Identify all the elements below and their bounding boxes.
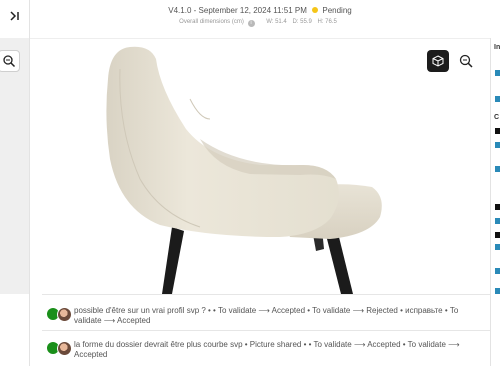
collapse-panel-icon[interactable]	[8, 9, 22, 23]
comment-text: la forme du dossier devrait être plus co…	[74, 340, 460, 359]
info-icon[interactable]: i	[247, 20, 255, 27]
dimensions-line: Overall dimensions (cm) i W: 51.4 D: 55.…	[30, 19, 490, 27]
comment-item[interactable]: possible d'être sur un vrai profil svp ?…	[42, 294, 490, 331]
right-panel-thumb[interactable]	[495, 244, 500, 250]
right-panel-thumb[interactable]	[495, 70, 500, 76]
right-panel-thumb[interactable]	[495, 232, 500, 238]
avatar	[57, 341, 72, 356]
dimension-depth: D: 55.9	[292, 19, 312, 25]
zoom-button[interactable]	[0, 50, 20, 72]
right-panel-thumb[interactable]	[495, 96, 500, 102]
zoom-icon	[3, 55, 16, 68]
dimensions-label: Overall dimensions (cm)	[179, 19, 244, 25]
right-panel-label: C	[494, 114, 500, 121]
version-date: September 12, 2024 11:51 PM	[198, 6, 307, 15]
right-panel-thumb[interactable]	[495, 128, 500, 134]
right-panel-thumb[interactable]	[495, 166, 500, 172]
left-panel-preview	[0, 38, 29, 294]
right-panel-thumb[interactable]	[495, 204, 500, 210]
status-label: Pending	[322, 6, 352, 15]
comment-item[interactable]: la forme du dossier devrait être plus co…	[42, 330, 490, 367]
left-panel	[0, 0, 30, 366]
version-line: V4.1.0 - September 12, 2024 11:51 PM Pen…	[168, 6, 352, 15]
avatar	[57, 307, 72, 322]
viewer-zoom-button[interactable]	[458, 53, 474, 69]
right-panel-thumb[interactable]	[495, 142, 500, 148]
dimension-height: H: 76.5	[317, 19, 337, 25]
right-panel: In C	[490, 38, 500, 366]
status-dot	[312, 7, 319, 13]
product-viewer[interactable]	[30, 39, 490, 294]
zoom-icon	[459, 54, 473, 68]
version-number: V4.1.0	[168, 6, 192, 15]
comment-text: possible d'être sur un vrai profil svp ?…	[74, 306, 459, 325]
comment-list: possible d'être sur un vrai profil svp ?…	[42, 294, 490, 366]
right-panel-thumb[interactable]	[495, 268, 500, 274]
cube-3d-icon	[432, 55, 444, 67]
right-panel-thumb[interactable]	[495, 218, 500, 224]
right-panel-thumb[interactable]	[495, 288, 500, 294]
chair-image	[106, 46, 382, 294]
version-header: V4.1.0 - September 12, 2024 11:51 PM Pen…	[30, 0, 490, 39]
right-panel-label: In	[494, 44, 500, 51]
3d-view-button[interactable]	[427, 50, 449, 72]
dimension-width: W: 51.4	[266, 19, 287, 25]
